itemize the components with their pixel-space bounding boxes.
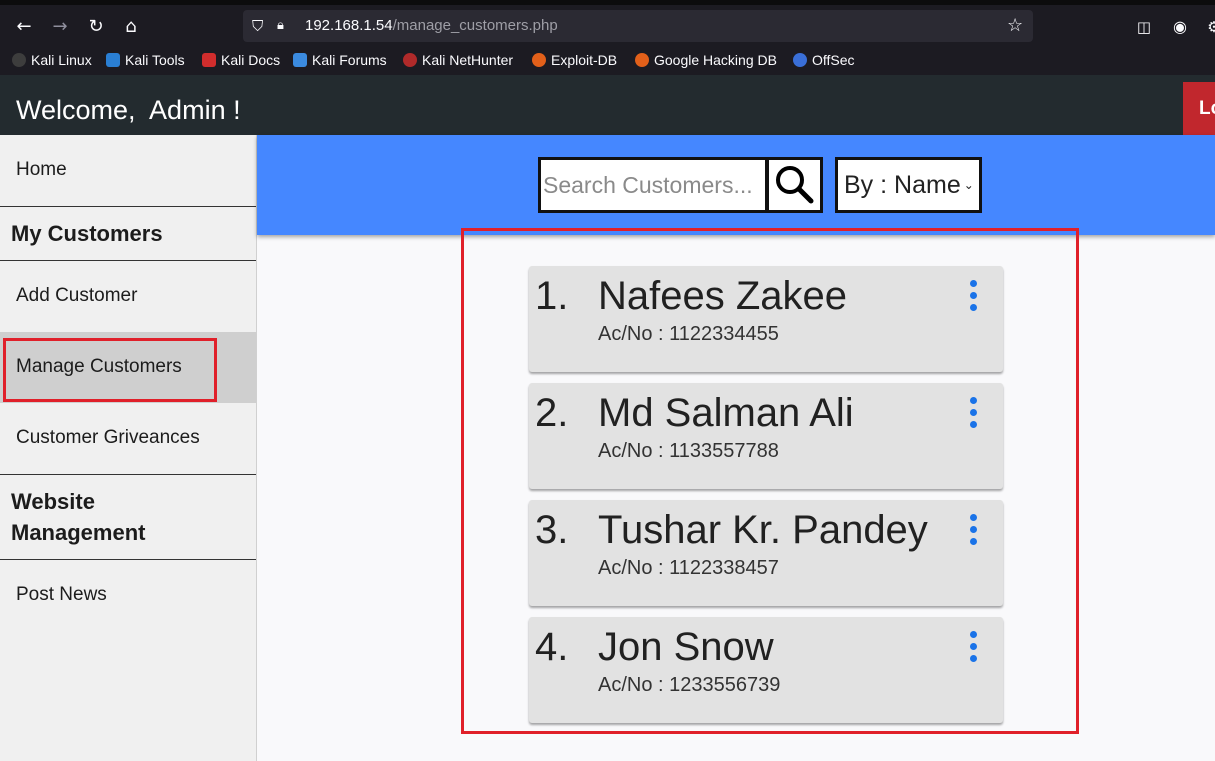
filter-value: Name [894, 171, 961, 199]
exploit-db-icon [532, 53, 546, 67]
customer-account-number: Ac/No : 1122334455 [598, 323, 779, 345]
customer-account-number: Ac/No : 1233556739 [598, 674, 781, 696]
customer-name: Nafees Zakee [598, 274, 848, 318]
sidebar-section-my-customers: My Customers [11, 221, 163, 246]
kali-nethunter-icon [403, 53, 417, 67]
sidebar-divider [0, 260, 256, 261]
customer-card[interactable]: 4. Jon Snow Ac/No : 1233556739 [529, 617, 1003, 723]
bookmark-label: Kali NetHunter [422, 52, 514, 68]
browser-toolbar: ← → ↻ ⌂ ⛉ 🔒︎ 192.168.1.54/manage_custome… [0, 0, 1215, 46]
filter-label: By : [844, 171, 888, 199]
customer-name: Jon Snow [598, 625, 774, 669]
sidebar: Home My Customers Add Customer Manage Cu… [0, 135, 257, 761]
sidebar-item-home[interactable]: Home [0, 159, 256, 181]
customer-card[interactable]: 2. Md Salman Ali Ac/No : 1133557788 [529, 383, 1003, 489]
customer-number: 1. [535, 274, 569, 318]
sidebar-divider [0, 474, 256, 475]
customer-card[interactable]: 1. Nafees Zakee Ac/No : 1122334455 [529, 266, 1003, 372]
more-options-icon[interactable] [964, 629, 982, 665]
bookmark-label: Kali Forums [312, 52, 387, 68]
bookmark-label: Kali Linux [31, 52, 92, 68]
search-by-select[interactable]: By : Name ⌄ [835, 157, 982, 213]
chevron-down-icon: ⌄ [963, 178, 974, 192]
url-bar[interactable]: ⛉ 🔒︎ 192.168.1.54/manage_customers.php ☆ [243, 10, 1033, 42]
sidebar-item-post-news[interactable]: Post News [0, 584, 256, 606]
bookmark-exploit-db[interactable]: Exploit-DB [532, 46, 617, 75]
bookmarks-bar: Kali Linux Kali Tools Kali Docs Kali For… [0, 46, 1215, 75]
search-input[interactable] [538, 157, 768, 213]
shield-icon[interactable]: ⛉ [252, 10, 263, 42]
pocket-icon[interactable]: ◫ [1130, 13, 1158, 41]
search-icon [776, 166, 814, 204]
kali-tools-icon [106, 53, 120, 67]
customer-card[interactable]: 3. Tushar Kr. Pandey Ac/No : 1122338457 [529, 500, 1003, 606]
more-options-icon[interactable] [964, 512, 982, 548]
customer-account-number: Ac/No : 1133557788 [598, 440, 779, 462]
bookmark-kali-docs[interactable]: Kali Docs [202, 46, 280, 75]
sidebar-item-customer-griveances[interactable]: Customer Griveances [0, 427, 256, 449]
bookmark-label: Kali Tools [125, 52, 185, 68]
bookmark-kali-nethunter[interactable]: Kali NetHunter [403, 46, 513, 75]
url-text[interactable]: 192.168.1.54/manage_customers.php [305, 10, 558, 42]
bookmark-label: OffSec [812, 52, 855, 68]
reload-icon[interactable]: ↻ [82, 13, 110, 41]
extensions-icon[interactable]: ⚙ [1200, 13, 1215, 41]
more-options-icon[interactable] [964, 395, 982, 431]
url-host: 192.168.1.54 [305, 17, 393, 34]
ghdb-icon [635, 53, 649, 67]
bookmark-offsec[interactable]: OffSec [793, 46, 855, 75]
bookmark-kali-tools[interactable]: Kali Tools [106, 46, 185, 75]
sidebar-section-website-management: Website Management [11, 489, 146, 545]
url-path: /manage_customers.php [392, 17, 558, 34]
sidebar-item-add-customer[interactable]: Add Customer [0, 285, 256, 307]
customer-number: 3. [535, 508, 569, 552]
search-bar-area: By : Name⌄ [257, 135, 1215, 235]
forward-arrow-icon[interactable]: → [46, 13, 74, 41]
site-header: Welcome, Admin ! Lo [0, 75, 1215, 135]
customer-number: 2. [535, 391, 569, 435]
offsec-icon [793, 53, 807, 67]
bookmark-label: Google Hacking DB [654, 52, 777, 68]
sidebar-divider [0, 559, 256, 560]
home-icon[interactable]: ⌂ [117, 13, 145, 41]
bookmark-kali-linux[interactable]: Kali Linux [12, 46, 92, 75]
account-icon[interactable]: ◉ [1166, 13, 1194, 41]
logout-button[interactable]: Lo [1183, 82, 1215, 135]
customer-name: Tushar Kr. Pandey [598, 508, 928, 552]
search-button[interactable] [766, 157, 823, 213]
customer-number: 4. [535, 625, 569, 669]
bookmark-google-hacking-db[interactable]: Google Hacking DB [635, 46, 777, 75]
kali-forums-icon [293, 53, 307, 67]
customer-account-number: Ac/No : 1122338457 [598, 557, 779, 579]
bookmark-kali-forums[interactable]: Kali Forums [293, 46, 387, 75]
more-options-icon[interactable] [964, 278, 982, 314]
kali-dragon-icon [12, 53, 26, 67]
sidebar-divider [0, 206, 256, 207]
kali-docs-icon [202, 53, 216, 67]
lock-icon[interactable]: 🔒︎ [277, 10, 284, 42]
bookmark-label: Kali Docs [221, 52, 281, 68]
bookmark-label: Exploit-DB [551, 52, 618, 68]
welcome-message: Welcome, Admin ! [16, 95, 241, 125]
highlight-box [3, 338, 217, 402]
customer-name: Md Salman Ali [598, 391, 854, 435]
bookmark-star-icon[interactable]: ☆ [1007, 10, 1023, 42]
back-arrow-icon[interactable]: ← [10, 13, 38, 41]
